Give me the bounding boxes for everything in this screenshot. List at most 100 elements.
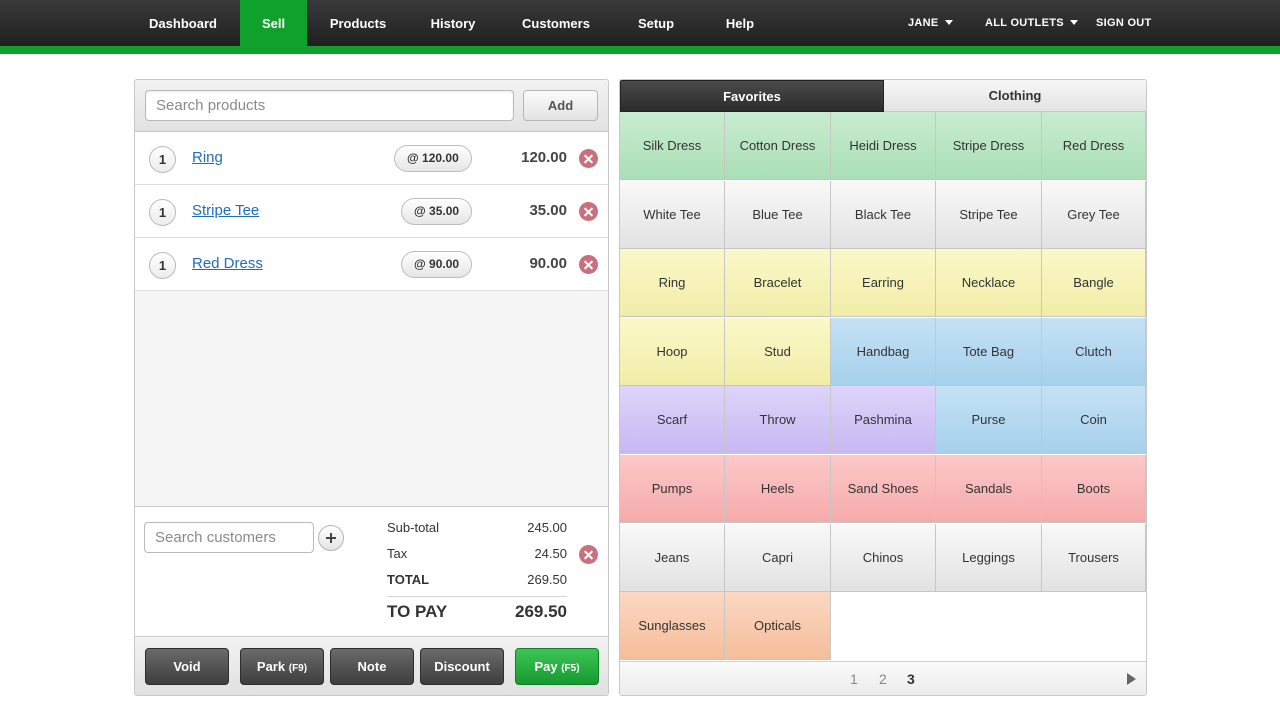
quick-key-tile[interactable]: Bracelet xyxy=(725,249,831,318)
subtotal-value: 245.00 xyxy=(527,520,567,535)
user-menu[interactable]: JANE xyxy=(908,0,953,46)
quick-key-tile[interactable]: White Tee xyxy=(620,180,725,249)
park-button[interactable]: Park (F9) xyxy=(240,648,324,685)
page-3-link[interactable]: 3 xyxy=(907,671,915,687)
sale-panel: Add 1 Ring @ 120.00 120.00 1 Stripe Tee … xyxy=(134,79,609,696)
quick-key-tile[interactable]: Purse xyxy=(936,386,1042,455)
outlet-menu[interactable]: ALL OUTLETS xyxy=(985,0,1078,46)
quick-key-tile[interactable]: Necklace xyxy=(936,249,1042,318)
quick-key-tile[interactable]: Heidi Dress xyxy=(831,112,936,180)
pay-shortcut: (F5) xyxy=(561,663,580,674)
line-total: 90.00 xyxy=(529,255,567,272)
quick-key-tile[interactable]: Ring xyxy=(620,249,725,318)
quantity-badge[interactable]: 1 xyxy=(149,199,176,226)
quick-key-tile[interactable]: Hoop xyxy=(620,317,725,386)
nav-dashboard[interactable]: Dashboard xyxy=(128,0,238,46)
quick-key-tile[interactable]: Clutch xyxy=(1042,317,1146,386)
unit-price-button[interactable]: @ 35.00 xyxy=(401,198,473,225)
customer-search-input[interactable] xyxy=(144,522,314,553)
quick-key-tile[interactable]: Leggings xyxy=(936,523,1042,592)
quick-key-tile[interactable]: Jeans xyxy=(620,523,725,592)
quick-keys-panel: Favorites Clothing Silk Dress Cotton Dres… xyxy=(619,79,1147,696)
quick-key-tile[interactable]: Stripe Dress xyxy=(936,112,1042,180)
chevron-down-icon xyxy=(944,20,953,25)
discount-button[interactable]: Discount xyxy=(420,648,504,685)
line-total: 35.00 xyxy=(529,202,567,219)
quantity-badge[interactable]: 1 xyxy=(149,146,176,173)
pay-label: Pay xyxy=(534,659,558,674)
product-search-bar: Add xyxy=(135,80,608,132)
quick-key-tile[interactable]: Blue Tee xyxy=(725,180,831,249)
chevron-down-icon xyxy=(1069,20,1078,25)
quick-key-tile[interactable]: Red Dress xyxy=(1042,112,1146,180)
quick-key-tile[interactable]: Throw xyxy=(725,386,831,455)
remove-tax-icon[interactable] xyxy=(579,545,598,564)
nav-customers[interactable]: Customers xyxy=(497,0,615,46)
page-2-link[interactable]: 2 xyxy=(879,671,887,687)
add-button[interactable]: Add xyxy=(523,90,598,121)
quick-key-tile[interactable]: Heels xyxy=(725,455,831,523)
pagination: 1 2 3 xyxy=(620,661,1146,695)
quantity-badge[interactable]: 1 xyxy=(149,252,176,279)
line-total: 120.00 xyxy=(521,149,567,166)
pay-button[interactable]: Pay (F5) xyxy=(515,648,599,685)
total-value: 269.50 xyxy=(527,572,567,587)
nav-accent-stripe xyxy=(0,46,1280,54)
quick-key-tile[interactable]: Capri xyxy=(725,523,831,592)
unit-price-button[interactable]: @ 90.00 xyxy=(401,251,473,278)
void-button[interactable]: Void xyxy=(145,648,229,685)
quick-key-tile[interactable]: Scarf xyxy=(620,386,725,455)
to-pay-value: 269.50 xyxy=(515,602,567,621)
quick-key-tile[interactable]: Grey Tee xyxy=(1042,180,1146,249)
next-page-icon[interactable] xyxy=(1127,673,1136,685)
quick-key-tile[interactable]: Earring xyxy=(831,249,936,318)
quick-key-tile[interactable]: Opticals xyxy=(725,592,831,661)
item-name-link[interactable]: Red Dress xyxy=(192,255,263,272)
quick-key-tile[interactable]: Black Tee xyxy=(831,180,936,249)
quick-key-tile[interactable]: Sandals xyxy=(936,455,1042,523)
sale-items-list: 1 Ring @ 120.00 120.00 1 Stripe Tee @ 35… xyxy=(135,132,608,291)
outlet-name: ALL OUTLETS xyxy=(985,17,1064,29)
quick-key-tile[interactable]: Stud xyxy=(725,317,831,386)
quick-key-tile[interactable]: Coin xyxy=(1042,386,1146,455)
quick-key-tile[interactable]: Bangle xyxy=(1042,249,1146,318)
note-label: Note xyxy=(357,659,387,674)
item-name-link[interactable]: Ring xyxy=(192,149,223,166)
quick-key-tile[interactable]: Sunglasses xyxy=(620,592,725,661)
remove-item-icon[interactable] xyxy=(579,202,598,221)
unit-price-button[interactable]: @ 120.00 xyxy=(394,145,472,172)
quick-key-tile[interactable]: Silk Dress xyxy=(620,112,725,180)
nav-setup[interactable]: Setup xyxy=(615,0,697,46)
total-label: TOTAL xyxy=(387,572,430,587)
quick-key-tile[interactable]: Cotton Dress xyxy=(725,112,831,180)
nav-sell[interactable]: Sell xyxy=(240,0,307,46)
remove-item-icon[interactable] xyxy=(579,255,598,274)
quick-key-tile[interactable]: Trousers xyxy=(1042,523,1146,592)
quick-key-tile[interactable]: Sand Shoes xyxy=(831,455,936,523)
quick-key-tile[interactable]: Handbag xyxy=(831,317,936,386)
totals-area: Sub-total 245.00 Tax 24.50 TOTAL 269.50 … xyxy=(135,506,608,637)
park-shortcut: (F9) xyxy=(288,663,308,674)
quick-key-tile[interactable]: Pumps xyxy=(620,455,725,523)
note-button[interactable]: Note xyxy=(330,648,414,685)
page-1-link[interactable]: 1 xyxy=(850,671,858,687)
sale-line-item: 1 Red Dress @ 90.00 90.00 xyxy=(135,238,608,291)
quick-key-tile[interactable]: Boots xyxy=(1042,455,1146,523)
nav-help[interactable]: Help xyxy=(697,0,783,46)
quick-key-tile[interactable]: Pashmina xyxy=(831,386,936,455)
sale-line-item: 1 Ring @ 120.00 120.00 xyxy=(135,132,608,185)
nav-history[interactable]: History xyxy=(409,0,497,46)
tab-clothing[interactable]: Clothing xyxy=(884,80,1146,112)
nav-products[interactable]: Products xyxy=(307,0,409,46)
sign-out-link[interactable]: SIGN OUT xyxy=(1096,0,1152,46)
item-name-link[interactable]: Stripe Tee xyxy=(192,202,259,219)
quick-key-tile[interactable]: Stripe Tee xyxy=(936,180,1042,249)
product-search-input[interactable] xyxy=(145,90,514,121)
void-label: Void xyxy=(173,659,201,674)
quick-key-tile[interactable]: Tote Bag xyxy=(936,317,1042,386)
quick-key-tile[interactable]: Chinos xyxy=(831,523,936,592)
sale-line-item: 1 Stripe Tee @ 35.00 35.00 xyxy=(135,185,608,238)
remove-item-icon[interactable] xyxy=(579,149,598,168)
tab-favorites[interactable]: Favorites xyxy=(620,80,884,112)
add-customer-icon[interactable] xyxy=(318,525,344,551)
